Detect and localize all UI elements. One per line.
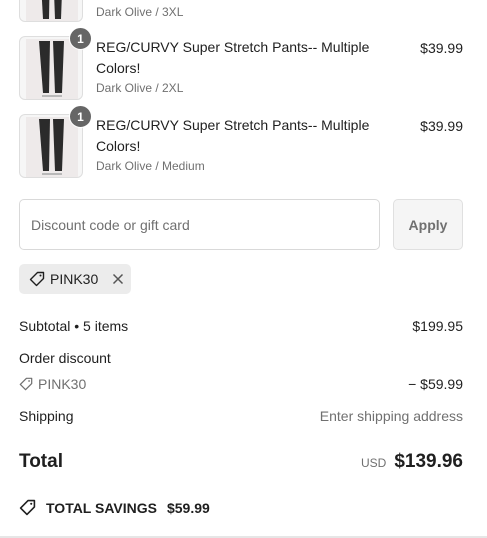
tag-icon [19, 499, 36, 516]
apply-button[interactable]: Apply [393, 199, 463, 250]
quantity-badge: 1 [69, 27, 92, 50]
applied-discount-chip: PINK30 [19, 264, 131, 294]
subtotal-value: $199.95 [412, 318, 463, 334]
item-title: REG/CURVY Super Stretch Pants-- Multiple… [96, 117, 370, 154]
item-title: REG/CURVY Super Stretch Pants-- Multiple… [96, 39, 370, 76]
order-discount-label: Order discount [19, 350, 111, 366]
total-savings-label: TOTAL SAVINGS [46, 499, 157, 516]
close-icon[interactable] [112, 273, 124, 285]
total-savings-value: $59.99 [166, 499, 210, 516]
total-savings: TOTAL SAVINGS $59.99 [19, 499, 210, 516]
total-value: $139.96 [394, 451, 463, 472]
tag-icon [19, 377, 33, 391]
tag-icon [29, 271, 45, 287]
order-discount-value: − $59.99 [408, 376, 463, 392]
item-price: $39.99 [420, 118, 463, 134]
line-item: 1 REG/CURVY Super Stretch Pants-- Multip… [19, 27, 463, 100]
order-discount-code-text: PINK30 [38, 376, 87, 392]
discount-code-input[interactable] [19, 199, 380, 250]
total-label: Total [19, 451, 63, 472]
order-summary: Dark Olive / 3XL 1 REG/CURVY Super Stret… [0, 0, 487, 538]
currency-code: USD [360, 456, 387, 470]
total-value-group: USD $139.96 [361, 451, 463, 473]
product-thumbnail: 1 [19, 27, 92, 100]
quantity-badge: 1 [69, 105, 92, 128]
shipping-label: Shipping [19, 408, 74, 424]
line-item: 1 REG/CURVY Super Stretch Pants-- Multip… [19, 105, 463, 178]
subtotal-label: Subtotal • 5 items [19, 318, 129, 334]
item-variant: Dark Olive / Medium [96, 159, 205, 173]
applied-discount-code: PINK30 [50, 271, 99, 287]
shipping-value: Enter shipping address [319, 408, 463, 424]
item-price: $39.99 [420, 40, 463, 56]
product-thumbnail [19, 0, 83, 22]
total-row: Total USD $139.96 [19, 451, 463, 475]
item-variant: Dark Olive / 3XL [96, 5, 184, 19]
item-variant: Dark Olive / 2XL [96, 81, 184, 95]
order-discount-code: PINK30 [19, 376, 86, 392]
product-thumbnail: 1 [19, 105, 92, 178]
